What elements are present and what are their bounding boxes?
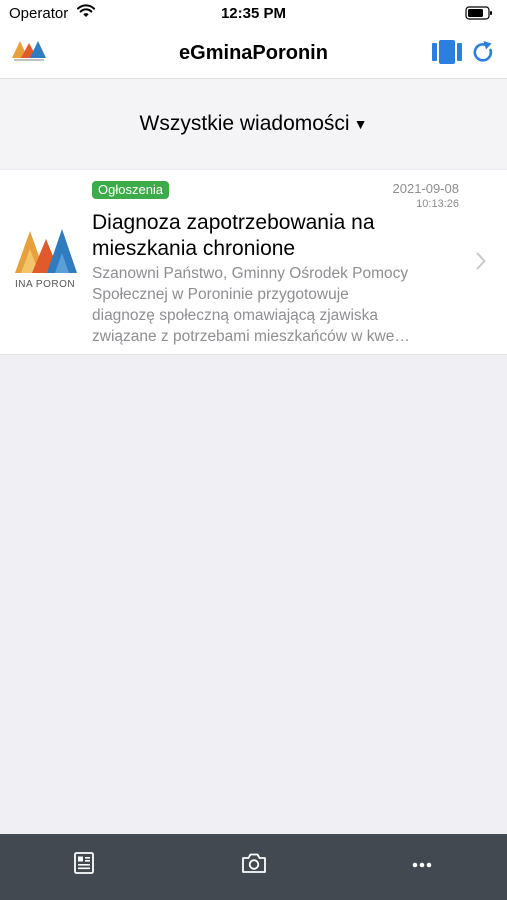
gmina-logo-icon	[12, 41, 46, 61]
document-icon[interactable]	[74, 852, 94, 874]
message-list: INA PORON Ogłoszenia 2021-09-08 10:13:26…	[0, 170, 507, 355]
excerpt-line: Społecznej w Poroninie przygotowuje	[92, 286, 349, 303]
page-title: eGminaPoronin	[179, 42, 328, 64]
excerpt-line: Szanowni Państwo, Gminny Ośrodek Pomocy	[92, 265, 409, 282]
camera-icon[interactable]	[241, 852, 267, 874]
message-date: 2021-09-08	[392, 181, 460, 196]
chevron-right-icon	[476, 252, 486, 270]
battery-icon	[465, 6, 492, 20]
message-time: 10:13:26	[416, 198, 459, 210]
more-icon[interactable]	[412, 862, 432, 868]
bottom-tab-bar	[0, 834, 507, 900]
message-filter-dropdown[interactable]: Wszystkie wiadomości ▼	[0, 112, 507, 136]
status-bar: Operator 12:35 PM	[0, 0, 507, 28]
message-list-item[interactable]: INA PORON Ogłoszenia 2021-09-08 10:13:26…	[0, 170, 507, 355]
message-excerpt: Szanowni Państwo, Gminny Ośrodek Pomocy …	[92, 263, 460, 347]
filter-label: Wszystkie wiadomości	[139, 112, 350, 135]
chevron-down-icon: ▼	[353, 116, 368, 132]
layout-toggle-icon[interactable]	[432, 40, 462, 64]
message-thumbnail: INA PORON	[15, 227, 77, 295]
navigation-bar: eGminaPoronin	[0, 28, 507, 79]
category-badge: Ogłoszenia	[92, 181, 170, 199]
status-time: 12:35 PM	[220, 5, 287, 22]
filter-area: Wszystkie wiadomości ▼	[0, 79, 507, 168]
excerpt-line: diagnozę społeczną omawiającą zjawiska	[92, 307, 379, 324]
message-title: Diagnoza zapotrzebowania na mieszkania c…	[92, 211, 375, 260]
excerpt-line: związane z potrzebami mieszkańców w kwe…	[92, 328, 410, 345]
thumbnail-caption: INA PORON	[15, 279, 76, 290]
refresh-icon[interactable]	[472, 40, 494, 64]
